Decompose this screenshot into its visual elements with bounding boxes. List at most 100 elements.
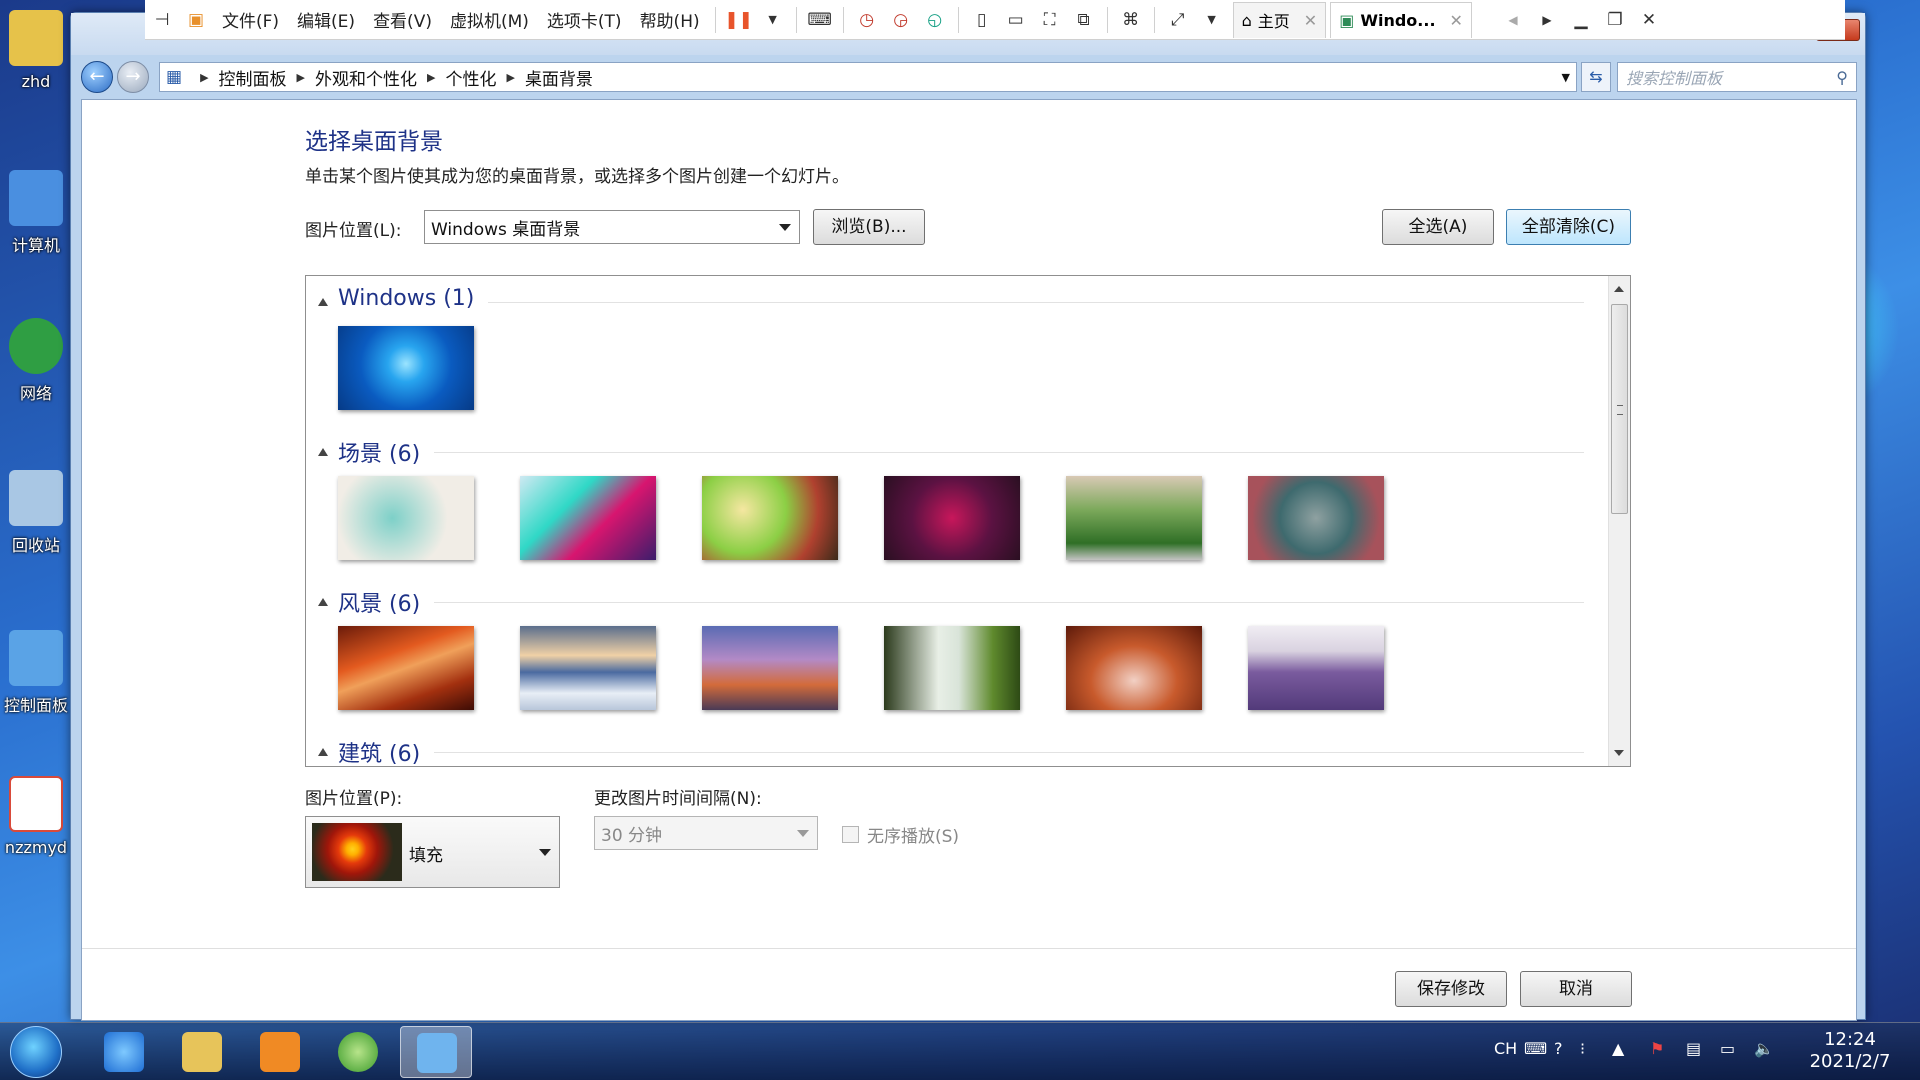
language-indicator[interactable]: CH <box>1494 1039 1517 1058</box>
breadcrumb-appearance[interactable]: 外观和个性化 <box>315 65 417 90</box>
forward-button[interactable]: → <box>117 61 149 93</box>
group-title: Windows (1) <box>338 286 489 311</box>
dropdown-icon[interactable]: ▼ <box>1201 9 1223 31</box>
restore-icon[interactable]: ❐ <box>1604 9 1626 31</box>
picture-location-select[interactable]: Windows 桌面背景 <box>424 210 800 244</box>
wallpaper-thumb-scene-3[interactable] <box>702 476 838 560</box>
group-header[interactable]: 风景 (6) <box>306 584 1596 618</box>
menu-view[interactable]: 查看(V) <box>373 7 432 32</box>
wallpaper-thumb-scene-6[interactable] <box>1248 476 1384 560</box>
wallpaper-thumb-scene-2[interactable] <box>520 476 656 560</box>
refresh-button[interactable]: ⇆ <box>1581 62 1611 92</box>
close-tab-icon[interactable]: ✕ <box>1304 11 1317 30</box>
history-dropdown-icon[interactable]: ▼ <box>1562 71 1570 84</box>
breadcrumb-control-panel[interactable]: 控制面板 <box>219 65 287 90</box>
interval-select[interactable]: 30 分钟 <box>594 816 818 850</box>
send-keys-icon[interactable]: ⌨ <box>807 9 832 31</box>
desktop-icon-network[interactable]: 网络 <box>0 318 72 428</box>
notes-icon[interactable]: ▤ <box>1686 1039 1701 1058</box>
picture-position-select[interactable]: 填充 <box>305 816 560 888</box>
close-tab-icon[interactable]: ✕ <box>1450 11 1463 30</box>
snapshot-icon[interactable]: ◷ <box>856 9 878 31</box>
taskbar-control-panel[interactable] <box>400 1026 472 1078</box>
taskbar-media-player[interactable] <box>244 1026 316 1078</box>
wallpaper-thumb-arch[interactable] <box>1066 626 1202 710</box>
breadcrumb-personalization[interactable]: 个性化 <box>445 65 496 90</box>
tab-windows-vm[interactable]: ▣ Windo... ✕ <box>1330 1 1472 38</box>
options-icon[interactable]: ⁝ <box>1580 1039 1585 1058</box>
collapse-icon[interactable] <box>318 748 328 756</box>
page-description: 单击某个图片使其成为您的桌面背景，或选择多个图片创建一个幻灯片。 <box>305 167 849 187</box>
fullscreen-icon[interactable]: ⛶ <box>1039 9 1061 31</box>
pause-icon[interactable]: ❚❚ <box>724 9 753 31</box>
tab-scroll-left-icon[interactable]: ◀ <box>1502 9 1524 31</box>
taskbar-ie[interactable] <box>88 1026 160 1078</box>
desktop-icon-recycle-bin[interactable]: 回收站 <box>0 470 72 580</box>
wallpaper-thumb-windows-7[interactable] <box>338 326 474 410</box>
network-tray-icon[interactable]: ▭ <box>1720 1039 1735 1058</box>
taskbar-explorer[interactable] <box>166 1026 238 1078</box>
group-header[interactable]: Windows (1) <box>306 284 1596 318</box>
breadcrumb[interactable]: ▦ ▶ 控制面板 ▶ 外观和个性化 ▶ 个性化 ▶ 桌面背景 ▼ <box>159 62 1577 92</box>
desktop-icon-computer[interactable]: 计算机 <box>0 170 72 280</box>
unity-icon[interactable]: ⧉ <box>1073 9 1095 31</box>
collapse-icon[interactable] <box>318 598 328 606</box>
clock[interactable]: 12:24 2021/2/7 <box>1790 1029 1910 1073</box>
shuffle-checkbox[interactable]: 无序播放(S) <box>842 822 959 847</box>
volume-icon[interactable]: 🔈 <box>1754 1039 1774 1058</box>
checkbox-box[interactable] <box>842 826 859 843</box>
search-input[interactable]: 搜索控制面板 ⚲ <box>1617 62 1857 92</box>
desktop-icon-control-panel[interactable]: 控制面板 <box>0 630 72 740</box>
dropdown-icon[interactable]: ▼ <box>762 9 784 31</box>
menu-vm[interactable]: 虚拟机(M) <box>450 7 529 32</box>
tab-scroll-right-icon[interactable]: ▶ <box>1536 9 1558 31</box>
clear-all-button[interactable]: 全部清除(C) <box>1506 209 1631 245</box>
menu-edit[interactable]: 编辑(E) <box>297 7 355 32</box>
revert-snapshot-icon[interactable]: ◶ <box>890 9 912 31</box>
wallpaper-thumb-scene-5[interactable] <box>1066 476 1202 560</box>
menu-tabs[interactable]: 选项卡(T) <box>547 7 622 32</box>
wallpaper-thumb-scene-4[interactable] <box>884 476 1020 560</box>
scroll-down-icon[interactable] <box>1614 750 1624 756</box>
collapse-icon[interactable] <box>318 448 328 456</box>
wallpaper-thumb-waterfall[interactable] <box>884 626 1020 710</box>
save-changes-button[interactable]: 保存修改 <box>1395 971 1507 1007</box>
wallpaper-thumb-canyon[interactable] <box>338 626 474 710</box>
tab-home[interactable]: ⌂ 主页 ✕ <box>1232 1 1327 38</box>
desktop-icon-user-folder[interactable]: zhd <box>0 10 72 120</box>
breadcrumb-desktop-background[interactable]: 桌面背景 <box>525 65 593 90</box>
show-hidden-icons-icon[interactable]: ▲ <box>1612 1039 1624 1058</box>
cancel-button[interactable]: 取消 <box>1520 971 1632 1007</box>
collapse-icon[interactable] <box>318 298 328 306</box>
desktop-icon-pdf-doc[interactable]: nzzmyd <box>0 776 72 886</box>
wallpaper-thumb-scene-1[interactable] <box>338 476 474 560</box>
keyboard-icon[interactable]: ⌨ <box>1524 1039 1547 1058</box>
action-center-flag-icon[interactable]: ⚑ <box>1650 1039 1664 1058</box>
stretch-icon[interactable]: ⤢ <box>1167 9 1189 31</box>
gallery-scrollbar[interactable] <box>1608 276 1630 766</box>
scrollbar-thumb[interactable] <box>1611 304 1628 514</box>
scroll-up-icon[interactable] <box>1614 286 1624 292</box>
close-icon[interactable]: ✕ <box>1638 9 1660 31</box>
vm-tab-icon: ▣ <box>1339 10 1355 30</box>
search-icon[interactable]: ⚲ <box>1836 68 1848 87</box>
snapshot-manager-icon[interactable]: ◵ <box>924 9 946 31</box>
menu-help[interactable]: 帮助(H) <box>640 7 700 32</box>
pin-icon[interactable]: ⊣ <box>151 9 173 31</box>
wallpaper-thumb-coast[interactable] <box>702 626 838 710</box>
group-header[interactable]: 场景 (6) <box>306 434 1596 468</box>
group-header[interactable]: 建筑 (6) <box>306 734 1596 766</box>
taskbar-network[interactable] <box>322 1026 394 1078</box>
thumbnail-bar-icon[interactable]: ▭ <box>1005 9 1027 31</box>
console-icon[interactable]: ⌘ <box>1120 9 1142 31</box>
select-all-button[interactable]: 全选(A) <box>1382 209 1494 245</box>
wallpaper-thumb-lavender[interactable] <box>1248 626 1384 710</box>
back-button[interactable]: ← <box>81 61 113 93</box>
browse-button[interactable]: 浏览(B)... <box>813 209 925 245</box>
minimize-icon[interactable]: ▁ <box>1570 9 1592 31</box>
wallpaper-thumb-ice[interactable] <box>520 626 656 710</box>
help-icon[interactable]: ? <box>1554 1039 1563 1058</box>
library-panel-icon[interactable]: ▯ <box>971 9 993 31</box>
start-button[interactable] <box>10 1026 62 1078</box>
menu-file[interactable]: 文件(F) <box>222 7 279 32</box>
